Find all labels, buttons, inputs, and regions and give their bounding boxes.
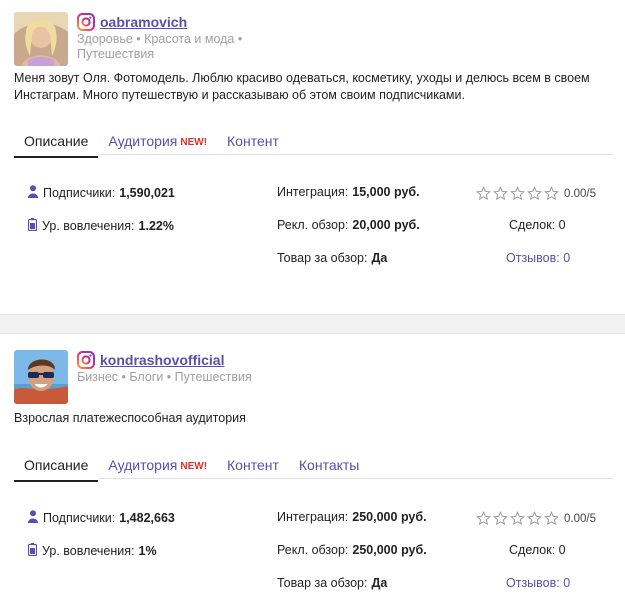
battery-icon [27,543,38,559]
avatar[interactable] [14,350,68,404]
followers-stat: Подписчики: 1,482,663 [28,510,175,526]
bio-text: Меня зовут Оля. Фотомодель. Люблю красив… [14,71,590,102]
bio-text: Взрослая платежеспособная аудитория [14,411,246,425]
tab-divider [99,154,613,155]
categories: Бизнес • Блоги • Путешествия [77,370,252,384]
deals-count: Сделок: 0 [509,543,566,557]
rating-value: 0.00/5 [564,512,596,525]
rating-stars: 0.00/5 [476,186,596,201]
avatar[interactable] [14,12,68,66]
star-icon[interactable] [493,511,508,526]
engagement-stat: Ур. вовлечения: 1.22% [27,218,174,234]
influencer-card-2: kondrashovofficial Бизнес • Блоги • Путе… [0,334,625,600]
star-icon[interactable] [544,186,559,201]
review-price: Рекл. обзор: 20,000 руб. [277,218,420,232]
tab-description[interactable]: Описание [14,128,99,158]
card-separator [0,314,625,334]
reviews-link[interactable]: Отзывов: 0 [506,251,570,265]
followers-stat: Подписчики: 1,590,021 [28,185,175,201]
username-link[interactable]: oabramovich [100,14,187,30]
user-icon [28,185,38,201]
star-icon[interactable] [493,186,508,201]
product-for-review: Товар за обзор: Да [277,576,388,590]
rating-stars: 0.00/5 [476,511,596,526]
new-badge: NEW! [180,137,208,148]
integration-price: Интеграция: 250,000 руб. [277,510,427,524]
star-icon[interactable] [510,511,525,526]
reviews-link[interactable]: Отзывов: 0 [506,576,570,590]
rating-value: 0.00/5 [564,187,596,200]
review-price: Рекл. обзор: 250,000 руб. [277,543,427,557]
user-icon [28,510,38,526]
instagram-icon [77,13,95,31]
star-icon[interactable] [527,511,542,526]
deals-count: Сделок: 0 [509,218,566,232]
new-badge: NEW! [180,461,208,472]
username-link[interactable]: kondrashovofficial [100,352,224,368]
star-icon[interactable] [544,511,559,526]
categories: Здоровье • Красота и мода • Путешествия [77,32,243,61]
tab-divider [99,478,613,479]
battery-icon [27,218,38,234]
profile-header: oabramovich Здоровье • Красота и мода • … [77,12,267,62]
star-icon[interactable] [476,186,491,201]
profile-header: kondrashovofficial Бизнес • Блоги • Путе… [77,350,317,385]
instagram-icon [77,351,95,369]
tab-description[interactable]: Описание [14,452,99,482]
product-for-review: Товар за обзор: Да [277,251,388,265]
star-icon[interactable] [510,186,525,201]
integration-price: Интеграция: 15,000 руб. [277,185,420,199]
star-icon[interactable] [527,186,542,201]
star-icon[interactable] [476,511,491,526]
engagement-stat: Ур. вовлечения: 1% [27,543,157,559]
influencer-card-1: oabramovich Здоровье • Красота и мода • … [0,0,625,314]
